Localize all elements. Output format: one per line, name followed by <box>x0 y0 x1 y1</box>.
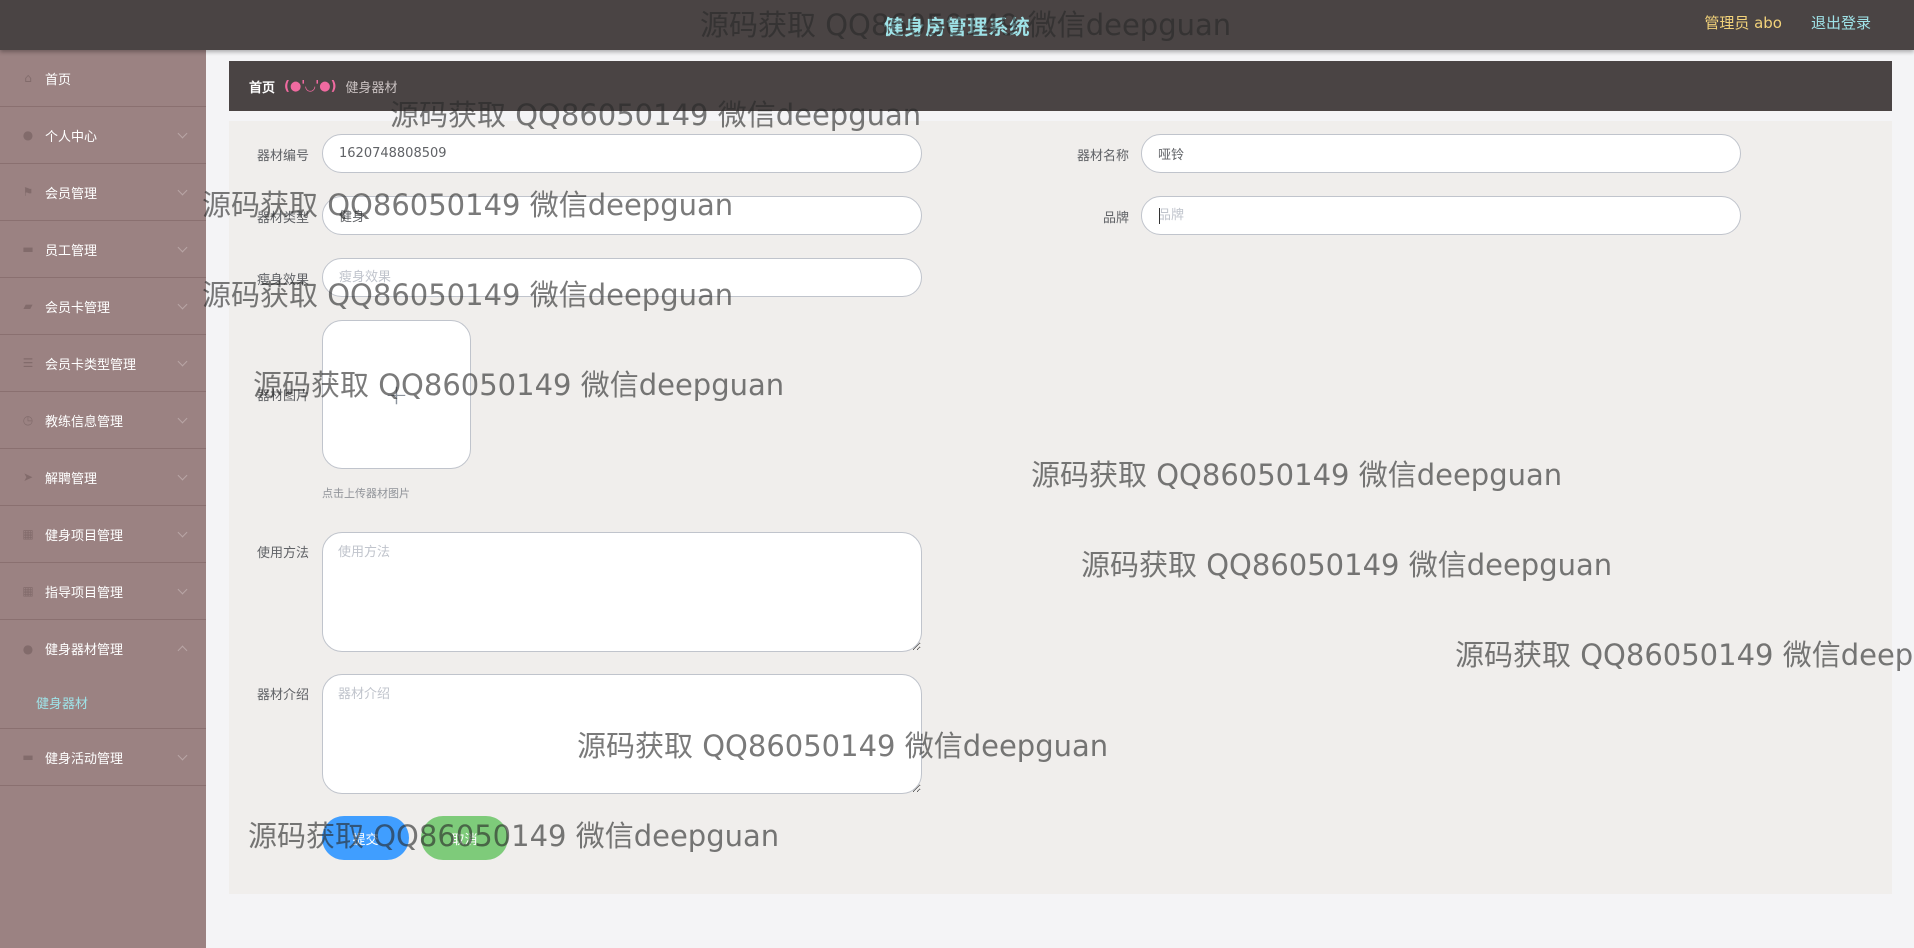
equipment-name-label: 器材名称 <box>1076 149 1129 164</box>
grid-icon: ▦ <box>22 527 34 541</box>
sidebar-item-label: 指导项目管理 <box>45 585 124 601</box>
user-label: 管理员 abo <box>1704 14 1782 32</box>
sidebar-item-label: 首页 <box>45 72 72 88</box>
sidebar-item-profile[interactable]: ● 个人中心 <box>0 107 206 164</box>
sidebar-item-staff[interactable]: ▬ 员工管理 <box>0 221 206 278</box>
person-icon: ● <box>22 641 34 656</box>
sidebar: ⌂ 首页 ● 个人中心 ⚑ 会员管理 ▬ 员工管理 ▰ 会员卡管理 ☰ 会员卡类… <box>0 50 206 948</box>
breadcrumb-separator: (●'◡'●) <box>284 78 337 94</box>
chevron-down-icon <box>177 128 188 139</box>
equipment-name-input[interactable] <box>1141 134 1741 173</box>
chevron-down-icon <box>177 356 188 367</box>
sidebar-subitem-equipment[interactable]: 健身器材 <box>0 677 206 729</box>
send-icon: ➤ <box>22 470 34 484</box>
card-icon: ▰ <box>23 299 33 313</box>
chevron-down-icon <box>177 299 188 310</box>
sidebar-item-label: 会员管理 <box>45 186 98 202</box>
sidebar-item-equipment[interactable]: ● 健身器材管理 <box>0 620 206 677</box>
equipment-type-input[interactable] <box>322 196 922 235</box>
sidebar-item-label: 个人中心 <box>45 129 98 145</box>
sidebar-item-home[interactable]: ⌂ 首页 <box>0 50 206 107</box>
chevron-down-icon <box>177 470 188 481</box>
chat-icon: ▬ <box>22 242 34 256</box>
list-icon: ☰ <box>22 356 34 370</box>
sidebar-item-label: 健身项目管理 <box>45 528 124 544</box>
sidebar-item-label: 会员卡管理 <box>45 300 111 316</box>
sidebar-item-dismissal[interactable]: ➤ 解聘管理 <box>0 449 206 506</box>
flag-icon: ⚑ <box>22 185 34 199</box>
equipment-type-label: 器材类型 <box>256 211 309 226</box>
sidebar-item-label: 健身活动管理 <box>45 751 124 767</box>
clock-icon: ◷ <box>22 413 34 427</box>
equipment-no-label: 器材编号 <box>256 149 309 164</box>
sidebar-item-member-card[interactable]: ▰ 会员卡管理 <box>0 278 206 335</box>
chevron-down-icon <box>177 413 188 424</box>
chevron-down-icon <box>177 527 188 538</box>
submit-button[interactable]: 提交 <box>322 816 409 860</box>
sidebar-item-label: 教练信息管理 <box>45 414 124 430</box>
breadcrumb-current: 健身器材 <box>345 80 398 96</box>
intro-label: 器材介绍 <box>256 688 309 703</box>
upload-tip: 点击上传器材图片 <box>322 487 410 500</box>
chevron-down-icon <box>177 242 188 253</box>
grid-icon: ▦ <box>22 584 34 598</box>
top-header: 健身房管理系统 管理员 abo 退出登录 <box>0 0 1914 50</box>
equipment-no-input[interactable] <box>322 134 922 173</box>
sidebar-item-label: 健身器材管理 <box>45 643 124 658</box>
breadcrumb-home[interactable]: 首页 <box>249 77 275 96</box>
usage-label: 使用方法 <box>256 546 309 561</box>
app-title: 健身房管理系统 <box>883 15 1031 39</box>
breadcrumb: 首页 (●'◡'●) 健身器材 <box>229 61 1892 111</box>
sidebar-item-label: 会员卡类型管理 <box>45 357 137 373</box>
chevron-up-icon <box>177 645 188 656</box>
chevron-down-icon <box>177 584 188 595</box>
image-label: 器材图片 <box>256 389 309 404</box>
sidebar-item-label: 解聘管理 <box>45 471 98 487</box>
intro-textarea[interactable] <box>322 674 922 794</box>
chevron-down-icon <box>177 185 188 196</box>
usage-textarea[interactable] <box>322 532 922 652</box>
effect-label: 瘦身效果 <box>256 273 309 288</box>
brand-input[interactable] <box>1141 196 1741 235</box>
image-uploader[interactable]: + <box>322 320 471 469</box>
sidebar-item-members[interactable]: ⚑ 会员管理 <box>0 164 206 221</box>
sidebar-item-guidance-project[interactable]: ▦ 指导项目管理 <box>0 563 206 620</box>
home-icon: ⌂ <box>24 71 32 85</box>
effect-input[interactable] <box>322 258 922 297</box>
sidebar-item-label: 员工管理 <box>45 243 98 259</box>
brand-label: 品牌 <box>1102 211 1129 226</box>
sidebar-item-fitness-project[interactable]: ▦ 健身项目管理 <box>0 506 206 563</box>
user-icon: ● <box>22 128 34 142</box>
chat-icon: ▬ <box>22 750 34 764</box>
sidebar-item-card-type[interactable]: ☰ 会员卡类型管理 <box>0 335 206 392</box>
text-cursor <box>1159 208 1160 224</box>
equipment-form: 器材编号 器材名称 器材类型 品牌 瘦身效果 器材图片 + 点击上传器材图片 使… <box>229 121 1892 894</box>
sidebar-item-activity[interactable]: ▬ 健身活动管理 <box>0 729 206 786</box>
plus-icon: + <box>384 378 409 411</box>
chevron-down-icon <box>177 750 188 761</box>
logout-link[interactable]: 退出登录 <box>1811 12 1871 33</box>
cancel-button[interactable]: 取消 <box>421 816 508 860</box>
sidebar-item-coach[interactable]: ◷ 教练信息管理 <box>0 392 206 449</box>
